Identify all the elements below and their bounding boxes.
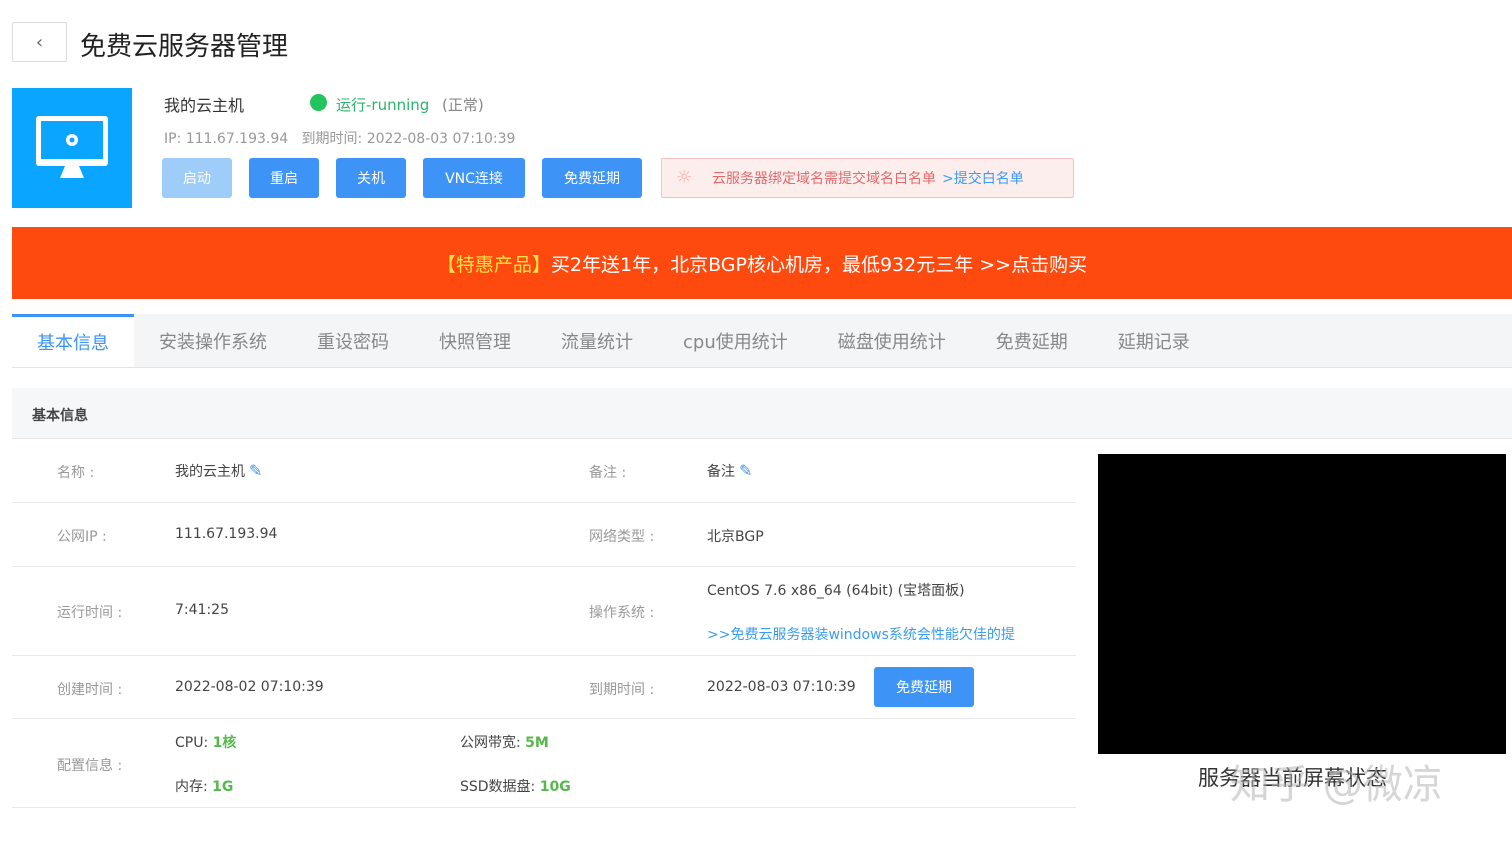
vnc-button[interactable]: VNC连接 [423, 158, 525, 198]
shutdown-button[interactable]: 关机 [336, 158, 406, 198]
ip-line: IP: 111.67.193.94 到期时间: 2022-08-03 07:10… [164, 128, 515, 148]
net-label: 网络类型 : [589, 529, 655, 545]
disk-value: 10G [539, 779, 571, 795]
uptime-label: 运行时间 : [57, 605, 123, 621]
edit-icon[interactable]: ✎ [739, 461, 752, 480]
expire-text: 到期时间: 2022-08-03 07:10:39 [301, 131, 516, 147]
ip-label: 公网IP : [57, 529, 107, 545]
ip-value: 111.67.193.94 [175, 526, 278, 542]
windows-tip-link[interactable]: >>免费云服务器装windows系统会性能欠佳的提 [707, 624, 1015, 644]
name-label: 名称 : [57, 465, 95, 481]
uptime-value: 7:41:25 [175, 602, 229, 618]
promo-tag: 【特惠产品】 [436, 253, 551, 276]
tab-reset-password[interactable]: 重设密码 [292, 314, 414, 367]
watermark: 知乎 @微凉 [1230, 762, 1443, 808]
cpu-value: 1核 [212, 735, 237, 751]
tab-snapshots[interactable]: 快照管理 [414, 314, 536, 367]
start-button[interactable]: 启动 [162, 158, 232, 198]
disk-label: SSD数据盘: [460, 779, 536, 795]
edit-icon[interactable]: ✎ [249, 461, 262, 480]
chevron-left-icon: ‹ [35, 31, 44, 53]
created-value: 2022-08-02 07:10:39 [175, 679, 324, 695]
section-title: 基本信息 [12, 388, 1512, 439]
page-title: 免费云服务器管理 [80, 32, 289, 62]
promo-text: 买2年送1年，北京BGP核心机房，最低932元三年 >>点击购买 [550, 253, 1088, 276]
tab-cpu[interactable]: cpu使用统计 [658, 314, 813, 367]
tab-extend-records[interactable]: 延期记录 [1093, 314, 1215, 367]
restart-button[interactable]: 重启 [249, 158, 319, 198]
promo-banner[interactable]: 【特惠产品】 买2年送1年，北京BGP核心机房，最低932元三年 >>点击购买 [12, 227, 1512, 299]
ip-text: IP: 111.67.193.94 [164, 131, 289, 147]
bandwidth-value: 5M [525, 735, 549, 751]
lightbulb-icon: ☼ [676, 167, 693, 188]
submit-whitelist-link[interactable]: >提交白名单 [942, 168, 1024, 188]
config-label: 配置信息 : [57, 758, 123, 774]
tab-disk[interactable]: 磁盘使用统计 [813, 314, 971, 367]
tab-basic-info[interactable]: 基本信息 [12, 314, 134, 367]
created-label: 创建时间 : [57, 682, 123, 698]
monitor-icon [12, 88, 132, 208]
server-screen-preview[interactable] [1098, 454, 1506, 754]
tab-bar: 基本信息 安装操作系统 重设密码 快照管理 流量统计 cpu使用统计 磁盘使用统… [12, 314, 1512, 368]
net-value: 北京BGP [707, 529, 764, 545]
vm-name: 我的云主机 [164, 96, 245, 115]
cpu-label: CPU: [175, 735, 209, 751]
extend-button-inline[interactable]: 免费延期 [874, 667, 974, 707]
whitelist-notice: ☼ 云服务器绑定域名需提交域名白名单 >提交白名单 [661, 158, 1074, 198]
status-dot-icon [310, 94, 327, 111]
os-value: CentOS 7.6 x86_64 (64bit) (宝塔面板) [707, 583, 965, 599]
info-row [12, 439, 1076, 503]
status-note: (正常) [442, 96, 484, 114]
bandwidth-label: 公网带宽: [460, 735, 521, 751]
tab-install-os[interactable]: 安装操作系统 [134, 314, 292, 367]
tab-traffic[interactable]: 流量统计 [536, 314, 658, 367]
info-row [12, 503, 1076, 567]
extend-button[interactable]: 免费延期 [542, 158, 642, 198]
memory-label: 内存: [175, 779, 208, 795]
name-value: 我的云主机 [175, 464, 245, 480]
remark-label: 备注 : [589, 465, 627, 481]
tab-extend[interactable]: 免费延期 [971, 314, 1093, 367]
notice-text: 云服务器绑定域名需提交域名白名单 [712, 171, 936, 187]
os-label: 操作系统 : [589, 605, 655, 621]
back-button[interactable]: ‹ [12, 22, 67, 62]
status-text: 运行-running [336, 96, 430, 114]
expire-label: 到期时间 : [589, 682, 655, 698]
memory-value: 1G [212, 779, 234, 795]
remark-value: 备注 [707, 464, 735, 480]
expire-value: 2022-08-03 07:10:39 [707, 679, 856, 695]
